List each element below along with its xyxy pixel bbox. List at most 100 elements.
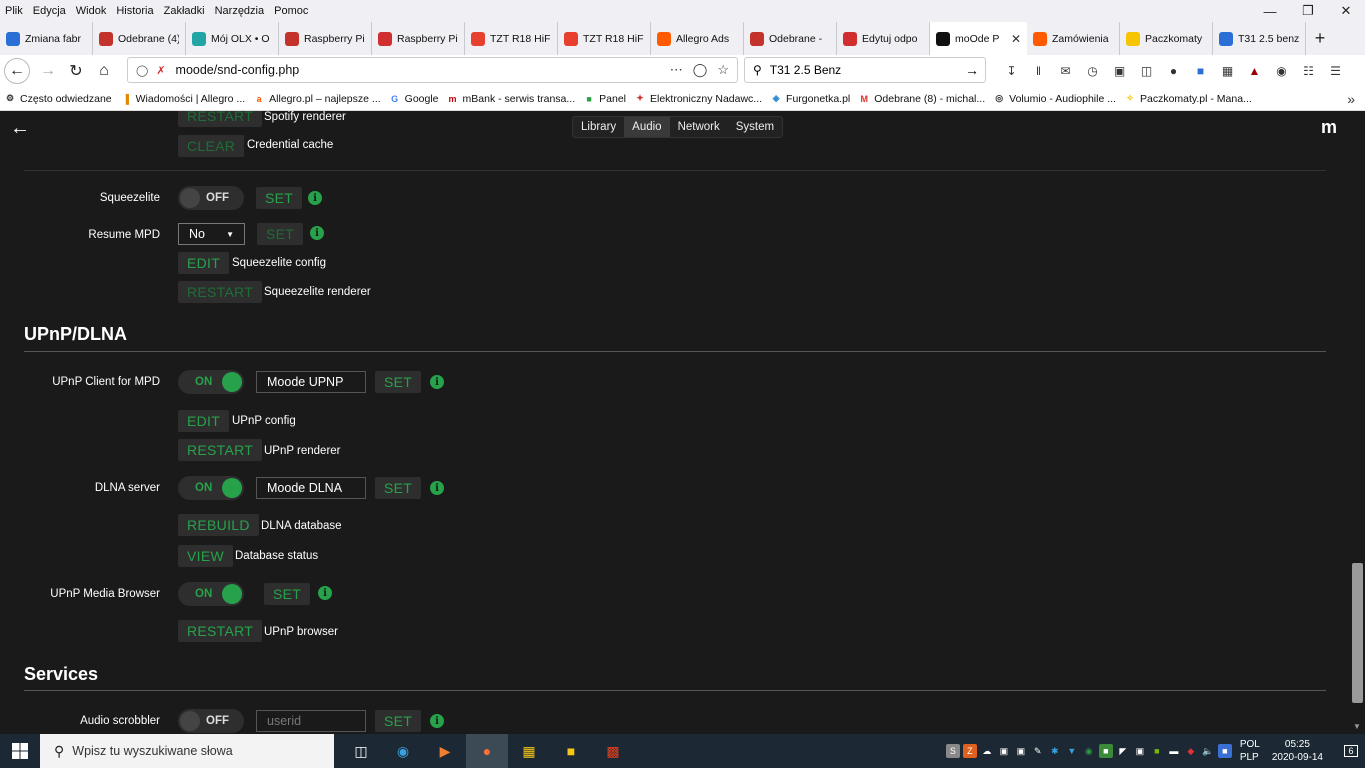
upnp-client-set-button[interactable]: SET (375, 371, 422, 393)
media-player-icon[interactable]: ▶ (424, 734, 466, 768)
scrobbler-userid-input[interactable]: userid (256, 710, 366, 732)
tray-app6-icon[interactable]: ◉ (1082, 744, 1096, 758)
ublock-icon[interactable]: ▲ (1243, 59, 1266, 83)
bookmark-item[interactable]: a Allegro.pl – najlepsze ... (249, 93, 384, 105)
tray-app5-icon[interactable]: ▼ (1065, 744, 1079, 758)
spotify-restart-button[interactable]: RESTART (178, 111, 263, 127)
hamburger-menu-icon[interactable]: ☰ (1324, 59, 1347, 83)
extension2-icon[interactable]: ◉ (1270, 59, 1293, 83)
info-icon[interactable]: i (308, 191, 322, 205)
nvidia-icon[interactable]: ■ (1150, 744, 1164, 758)
info-icon[interactable]: i (430, 714, 444, 728)
squeezelite-toggle[interactable]: OFF (178, 186, 244, 210)
extension-icon[interactable]: ▦ (1216, 59, 1239, 83)
info-icon[interactable]: i (318, 586, 332, 600)
upnp-edit-button[interactable]: EDIT (178, 410, 230, 432)
back-icon[interactable]: ← (4, 58, 30, 84)
scrobbler-set-button[interactable]: SET (375, 710, 422, 732)
scroll-down-icon[interactable]: ▼ (1353, 722, 1361, 731)
firefox-icon[interactable]: ● (466, 734, 508, 768)
tray-app4-icon[interactable]: ✎ (1031, 744, 1045, 758)
bookmark-item[interactable]: M Odebrane (8) - michal... (854, 93, 989, 105)
maximize-icon[interactable]: ❐ (1289, 0, 1327, 22)
browser-tab[interactable]: Odebrane (4) (93, 22, 186, 55)
tray-app3-icon[interactable]: ▣ (1014, 744, 1028, 758)
back-arrow-icon[interactable]: ← (10, 117, 30, 140)
insecure-lock-icon[interactable]: ✗ (156, 64, 165, 77)
upnp-browser-toggle[interactable]: ON (178, 582, 244, 606)
extension3-icon[interactable]: ☷ (1297, 59, 1320, 83)
task-view-icon[interactable]: ◫ (340, 734, 382, 768)
resume-mpd-set-button[interactable]: SET (257, 223, 304, 245)
tab-system[interactable]: System (728, 117, 782, 137)
bookmark-item[interactable]: ⚙ Często odwiedzane (0, 93, 116, 105)
skype-icon[interactable]: S (945, 744, 960, 758)
upnp-browser-set-button[interactable]: SET (264, 583, 311, 605)
browser-tab[interactable]: Odebrane - (744, 22, 837, 55)
browser-tab[interactable]: TZT R18 HiFi (465, 22, 558, 55)
shield-icon[interactable]: ◯ (136, 64, 148, 77)
bookmark-item[interactable]: m mBank - serwis transa... (443, 93, 580, 105)
library-icon[interactable]: ‖ (1027, 59, 1050, 83)
browser-tab[interactable]: Paczkomaty (1120, 22, 1213, 55)
squeezelite-set-button[interactable]: SET (256, 187, 303, 209)
start-button[interactable] (0, 734, 40, 768)
language-indicator[interactable]: POL PLP (1240, 738, 1260, 764)
dlna-name-input[interactable]: Moode DLNA (256, 477, 366, 499)
menu-pomoc[interactable]: Pomoc (269, 5, 313, 17)
url-text[interactable]: moode/snd-config.php (176, 63, 670, 77)
browser-tab[interactable]: moOde P ✕ (930, 22, 1027, 55)
tray-app7-icon[interactable]: ■ (1098, 744, 1113, 758)
info-icon[interactable]: i (430, 481, 444, 495)
bookmark-item[interactable]: G Google (385, 93, 443, 105)
browser-tab[interactable]: Edytuj odpo (837, 22, 930, 55)
tray-app2-icon[interactable]: ▣ (997, 744, 1011, 758)
browser-tab[interactable]: Raspberry Pi (279, 22, 372, 55)
home-icon[interactable]: ⌂ (90, 57, 118, 85)
mail-icon[interactable]: ✉ (1054, 59, 1077, 83)
info-icon[interactable]: i (430, 375, 444, 389)
browser-tab[interactable]: Zamówienia (1027, 22, 1120, 55)
new-tab-icon[interactable]: + (1306, 22, 1334, 55)
extension-badge-icon[interactable]: ■ (1189, 59, 1212, 83)
menu-edycja[interactable]: Edycja (28, 5, 71, 17)
screenshot-icon[interactable]: ▣ (1108, 59, 1131, 83)
dlna-server-toggle[interactable]: ON (178, 476, 244, 500)
page-actions-icon[interactable]: ⋯ (670, 62, 683, 78)
office-icon[interactable]: ▩ (592, 734, 634, 768)
battery-icon[interactable]: ▬ (1167, 744, 1181, 758)
browser-tab[interactable]: TZT R18 HiFi (558, 22, 651, 55)
squeezelite-restart-button[interactable]: RESTART (178, 281, 263, 303)
forward-icon[interactable]: → (34, 57, 62, 85)
upnp-client-toggle[interactable]: ON (178, 370, 244, 394)
bookmark-item[interactable]: ◎ Volumio - Audiophile ... (989, 93, 1120, 105)
sidebar-icon[interactable]: ◫ (1135, 59, 1158, 83)
bookmarks-more-icon[interactable]: » (1347, 91, 1355, 107)
squeezelite-edit-button[interactable]: EDIT (178, 252, 230, 274)
wifi-icon[interactable]: ◤ (1116, 744, 1130, 758)
volume-icon[interactable]: 🔈 (1201, 744, 1215, 758)
tab-audio[interactable]: Audio (624, 117, 670, 137)
bookmark-item[interactable]: ✦ Elektroniczny Nadawc... (630, 93, 766, 105)
browser-tab[interactable]: Allegro Ads (651, 22, 744, 55)
menu-narzedzia[interactable]: Narzędzia (210, 5, 270, 17)
tray-app-icon[interactable]: Z (962, 744, 977, 758)
url-bar[interactable]: ◯ ✗ moode/snd-config.php ⋯ ◯ ☆ (127, 57, 738, 83)
clock[interactable]: 05:25 2020-09-14 (1272, 738, 1323, 764)
tray-app8-icon[interactable]: ▣ (1133, 744, 1147, 758)
pocket-icon[interactable]: ◯ (693, 62, 708, 78)
menu-zakladki[interactable]: Zakładki (159, 5, 210, 17)
close-icon[interactable]: ✕ (1327, 0, 1365, 22)
bookmark-item[interactable]: ■ Panel (579, 93, 630, 105)
browser-tab[interactable]: Zmiana fabr (0, 22, 93, 55)
tab-network[interactable]: Network (670, 117, 728, 137)
browser-tab[interactable]: Mój OLX • O (186, 22, 279, 55)
minimize-icon[interactable]: — (1251, 0, 1289, 22)
bookmark-item[interactable]: ◈ Furgonetka.pl (766, 93, 854, 105)
app-icon[interactable]: ▦ (508, 734, 550, 768)
network-icon[interactable]: ◆ (1184, 744, 1198, 758)
bookmark-item[interactable]: ▐ Wiadomości | Allegro ... (116, 93, 250, 105)
download-icon[interactable]: ↧ (1000, 59, 1023, 83)
account-icon[interactable]: ● (1162, 59, 1185, 83)
cloud-icon[interactable]: ☁ (980, 744, 994, 758)
